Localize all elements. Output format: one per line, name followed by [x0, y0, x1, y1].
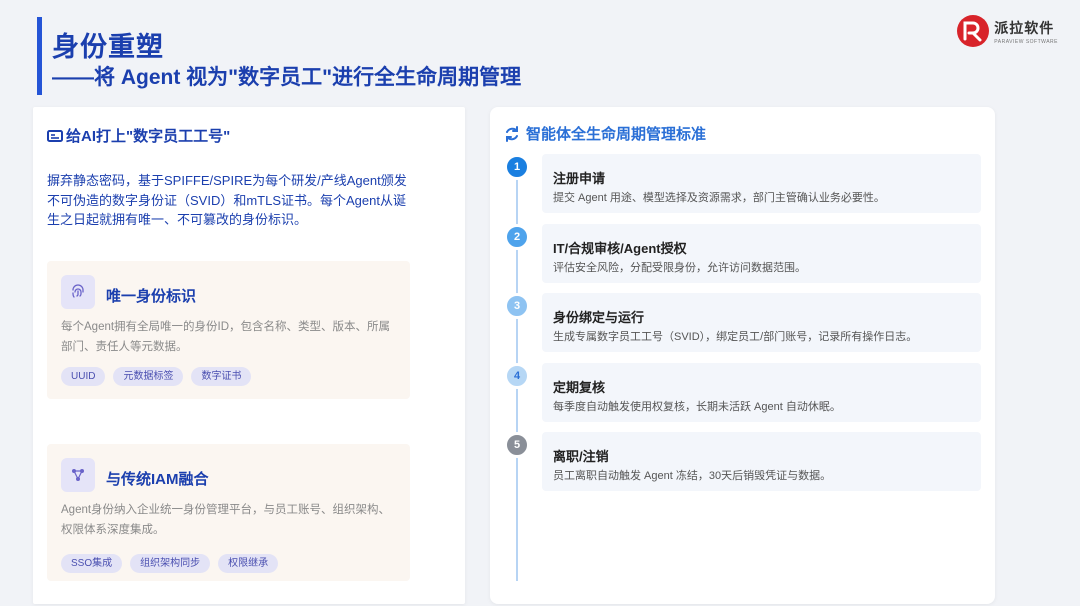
tag-org-sync: 组织架构同步 — [130, 554, 211, 573]
step-title: 身份绑定与运行 — [553, 310, 645, 325]
feature-title: 唯一身份标识 — [106, 288, 197, 305]
step-title: 注册申请 — [553, 171, 606, 186]
step-description: 生成专属数字员工工号（SVID），绑定员工/部门账号，记录所有操作日志。 — [553, 331, 918, 343]
step-number: 5 — [504, 432, 530, 458]
feature-tags: SSO集成 组织架构同步 权限继承 — [61, 554, 286, 573]
step-number: 1 — [504, 154, 530, 180]
step-title: IT/合规审核/Agent授权 — [553, 241, 687, 256]
step-description: 员工离职自动触发 Agent 冻结，30天后销毁凭证与数据。 — [553, 470, 832, 482]
right-panel-heading: 智能体全生命周期管理标准 — [504, 123, 706, 144]
tag-permission-inherit: 权限继承 — [218, 554, 279, 573]
right-panel-heading-text: 智能体全生命周期管理标准 — [526, 126, 707, 143]
feature-tags: UUID 元数据标签 数字证书 — [61, 367, 259, 386]
page-title: 身份重塑 — [52, 32, 164, 62]
left-panel-description: 摒弃静态密码，基于SPIFFE/SPIRE为每个研发/产线Agent颁发不可伪造… — [47, 173, 407, 227]
feature-iam-integration: 与传统IAM融合 Agent身份纳入企业统一身份管理平台，与员工账号、组织架构、… — [47, 444, 410, 581]
title-accent-bar — [37, 17, 42, 95]
left-panel-heading: 给AI打上"数字员工工号" — [47, 125, 230, 146]
logo-name-cn: 派拉软件 — [994, 19, 1055, 36]
network-icon — [61, 458, 95, 492]
step-periodic-review: 定期复核 每季度自动触发使用权复核，长期未活跃 Agent 自动休眠。 — [542, 363, 981, 422]
refresh-cycle-icon — [506, 125, 518, 142]
id-card-icon — [47, 129, 63, 142]
step-offboard: 离职/注销 员工离职自动触发 Agent 冻结，30天后销毁凭证与数据。 — [542, 432, 981, 491]
feature-unique-identity: 唯一身份标识 每个Agent拥有全局唯一的身份ID，包含名称、类型、版本、所属部… — [47, 261, 410, 399]
tag-digital-cert: 数字证书 — [191, 367, 252, 386]
tag-metadata: 元数据标签 — [113, 367, 184, 386]
tag-sso: SSO集成 — [61, 554, 123, 573]
step-register: 注册申请 提交 Agent 用途、模型选择及资源需求，部门主管确认业务必要性。 — [542, 154, 981, 213]
digital-employee-id-panel: 给AI打上"数字员工工号" 摒弃静态密码，基于SPIFFE/SPIRE为每个研发… — [33, 107, 465, 604]
page-subtitle: ——将 Agent 视为"数字员工"进行全生命周期管理 — [52, 66, 522, 89]
logo-name-en: PARAVIEW SOFTWARE — [994, 38, 1058, 45]
step-title: 离职/注销 — [553, 449, 609, 464]
step-number: 4 — [504, 363, 530, 389]
feature-title: 与传统IAM融合 — [106, 471, 209, 488]
step-number: 3 — [504, 293, 530, 319]
step-review-authorize: IT/合规审核/Agent授权 评估安全风险，分配受限身份，允许访问数据范围。 — [542, 224, 981, 283]
step-description: 提交 Agent 用途、模型选择及资源需求，部门主管确认业务必要性。 — [553, 192, 885, 204]
left-panel-heading-text: 给AI打上"数字员工工号" — [66, 128, 231, 145]
step-bind-run: 身份绑定与运行 生成专属数字员工工号（SVID），绑定员工/部门账号，记录所有操… — [542, 293, 981, 352]
lifecycle-panel: 智能体全生命周期管理标准 1 注册申请 提交 Agent 用途、模型选择及资源需… — [490, 107, 995, 604]
tag-uuid: UUID — [61, 367, 106, 386]
step-description: 每季度自动触发使用权复核，长期未活跃 Agent 自动休眠。 — [553, 401, 841, 413]
fingerprint-icon — [61, 275, 95, 309]
paraview-logo-icon — [957, 15, 990, 47]
feature-description: 每个Agent拥有全局唯一的身份ID，包含名称、类型、版本、所属部门、责任人等元… — [61, 321, 391, 353]
step-description: 评估安全风险，分配受限身份，允许访问数据范围。 — [553, 262, 806, 274]
step-number: 2 — [504, 224, 530, 250]
company-logo: 派拉软件 PARAVIEW SOFTWARE — [956, 14, 1058, 48]
step-title: 定期复核 — [553, 380, 606, 395]
feature-description: Agent身份纳入企业统一身份管理平台，与员工账号、组织架构、权限体系深度集成。 — [61, 504, 391, 536]
